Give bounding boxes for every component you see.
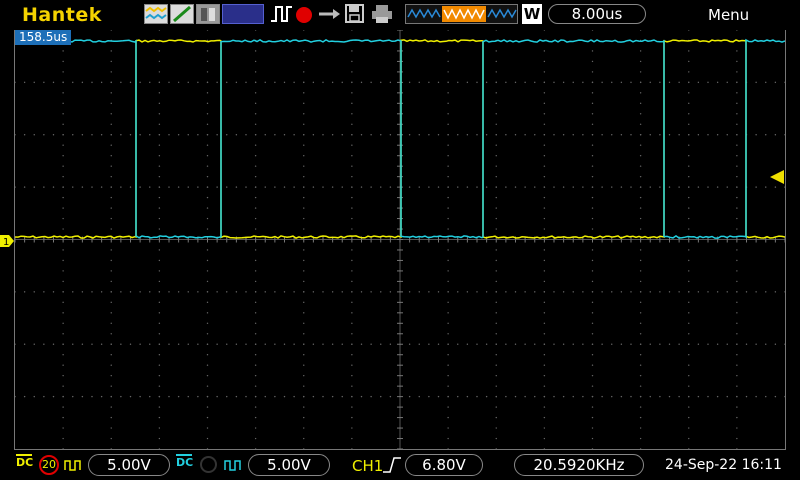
ch2-volts-div[interactable]: 5.00V — [248, 454, 330, 476]
status-box — [222, 4, 264, 24]
ac-icon — [64, 457, 84, 476]
cursor-icon[interactable] — [196, 4, 220, 24]
top-bar: Hantek W 8.00us Menu — [0, 0, 800, 30]
record-icon[interactable] — [296, 7, 312, 23]
bandwidth-limit-icon[interactable]: 20 — [39, 455, 59, 475]
save-icon[interactable] — [344, 4, 366, 24]
pulse-icon[interactable] — [270, 4, 294, 24]
waveform-display[interactable] — [14, 30, 786, 450]
arrow-icon[interactable] — [317, 4, 341, 24]
svg-text:1: 1 — [3, 237, 9, 247]
timebase-display[interactable]: 8.00us — [548, 4, 646, 24]
dc-line — [16, 454, 32, 456]
waveform-window-icon[interactable] — [405, 4, 518, 24]
ch1-coupling: DC — [16, 456, 34, 469]
traces — [15, 38, 785, 239]
ch2-trace — [15, 38, 785, 239]
brand-logo: Hantek — [22, 4, 102, 26]
datetime-display: 24-Sep-22 16:11 — [665, 457, 782, 473]
ch1-volts-div[interactable]: 5.00V — [88, 454, 170, 476]
print-icon[interactable] — [370, 4, 394, 24]
slope-icon[interactable] — [170, 4, 194, 24]
ch1-level-marker[interactable]: 1 — [0, 232, 14, 248]
ch1-trace — [15, 39, 785, 239]
dc-line-2 — [176, 454, 192, 456]
ch2-coupling: DC — [176, 456, 194, 469]
frequency-counter: 20.5920KHz — [514, 454, 644, 476]
menu-button[interactable]: Menu — [708, 6, 749, 24]
trigger-source[interactable]: CH1 — [352, 457, 383, 475]
rising-edge-icon[interactable] — [382, 456, 402, 478]
bottom-bar: DC 20 5.00V DC 5.00V CH1 6.80V 20.5920KH… — [0, 450, 800, 480]
trigger-position-marker[interactable]: 158.5us — [15, 30, 72, 45]
wave-icon[interactable] — [144, 4, 168, 24]
window-mode-label: W — [522, 4, 542, 24]
trigger-level[interactable]: 6.80V — [405, 454, 483, 476]
trigger-level-marker[interactable] — [770, 169, 784, 184]
ac-icon-2 — [224, 457, 244, 476]
bandwidth-limit-icon-2[interactable] — [200, 456, 217, 473]
